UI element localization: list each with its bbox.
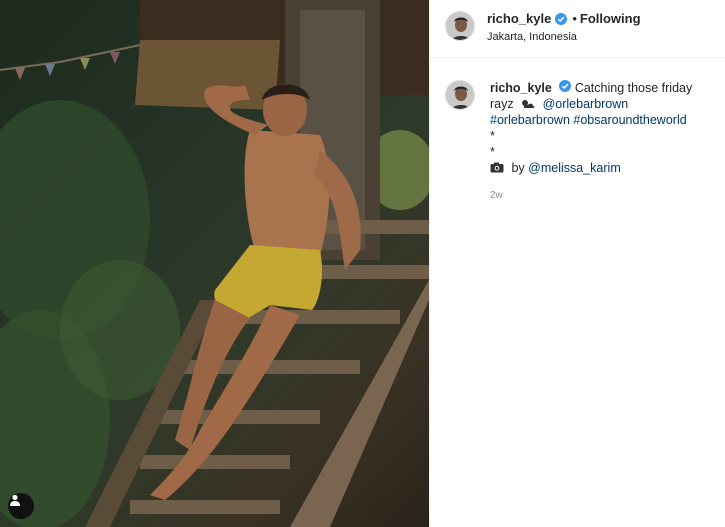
mention-orlebarbrown[interactable]: @orlebarbrown xyxy=(543,97,629,111)
caption-text: richo_kyle Catching those friday rayz @o… xyxy=(490,80,715,176)
camera-icon xyxy=(490,162,504,173)
caption-bullet-1: * xyxy=(490,129,495,143)
credit-prefix: by xyxy=(511,161,525,175)
post-sidebar: richo_kyle • Following Jakarta, Indonesi… xyxy=(429,0,725,527)
header-line: richo_kyle • Following xyxy=(487,11,641,26)
author-username[interactable]: richo_kyle xyxy=(487,11,551,26)
post-header: richo_kyle • Following Jakarta, Indonesi… xyxy=(430,0,725,58)
header-separator: • xyxy=(572,11,577,26)
caption-avatar[interactable] xyxy=(445,80,475,110)
post-timestamp[interactable]: 2w xyxy=(490,190,715,201)
verified-badge-icon xyxy=(559,80,572,92)
user-tag-button[interactable] xyxy=(8,493,34,519)
mention-melissa-karim[interactable]: @melissa_karim xyxy=(528,161,621,175)
caption-username[interactable]: richo_kyle xyxy=(490,81,552,95)
hashtag-orlebarbrown[interactable]: #orlebarbrown xyxy=(490,113,570,127)
avatar-image xyxy=(446,81,474,109)
following-button[interactable]: Following xyxy=(580,11,641,26)
author-avatar[interactable] xyxy=(445,11,475,41)
caption-text-part2: rayz xyxy=(490,97,514,111)
avatar-image xyxy=(446,12,474,40)
verified-badge-icon xyxy=(555,12,568,25)
photo-illustration xyxy=(0,0,429,527)
caption-bullet-2: * xyxy=(490,145,495,159)
caption-text-part1: Catching those friday xyxy=(574,81,693,95)
caption-comment: richo_kyle Catching those friday rayz @o… xyxy=(430,58,725,201)
user-tag-icon xyxy=(10,494,20,506)
post-location[interactable]: Jakarta, Indonesia xyxy=(487,31,577,43)
post-photo[interactable] xyxy=(0,0,429,527)
hashtag-obsaroundtheworld[interactable]: #obsaroundtheworld xyxy=(573,113,686,127)
sun-cloud-icon xyxy=(522,100,535,108)
